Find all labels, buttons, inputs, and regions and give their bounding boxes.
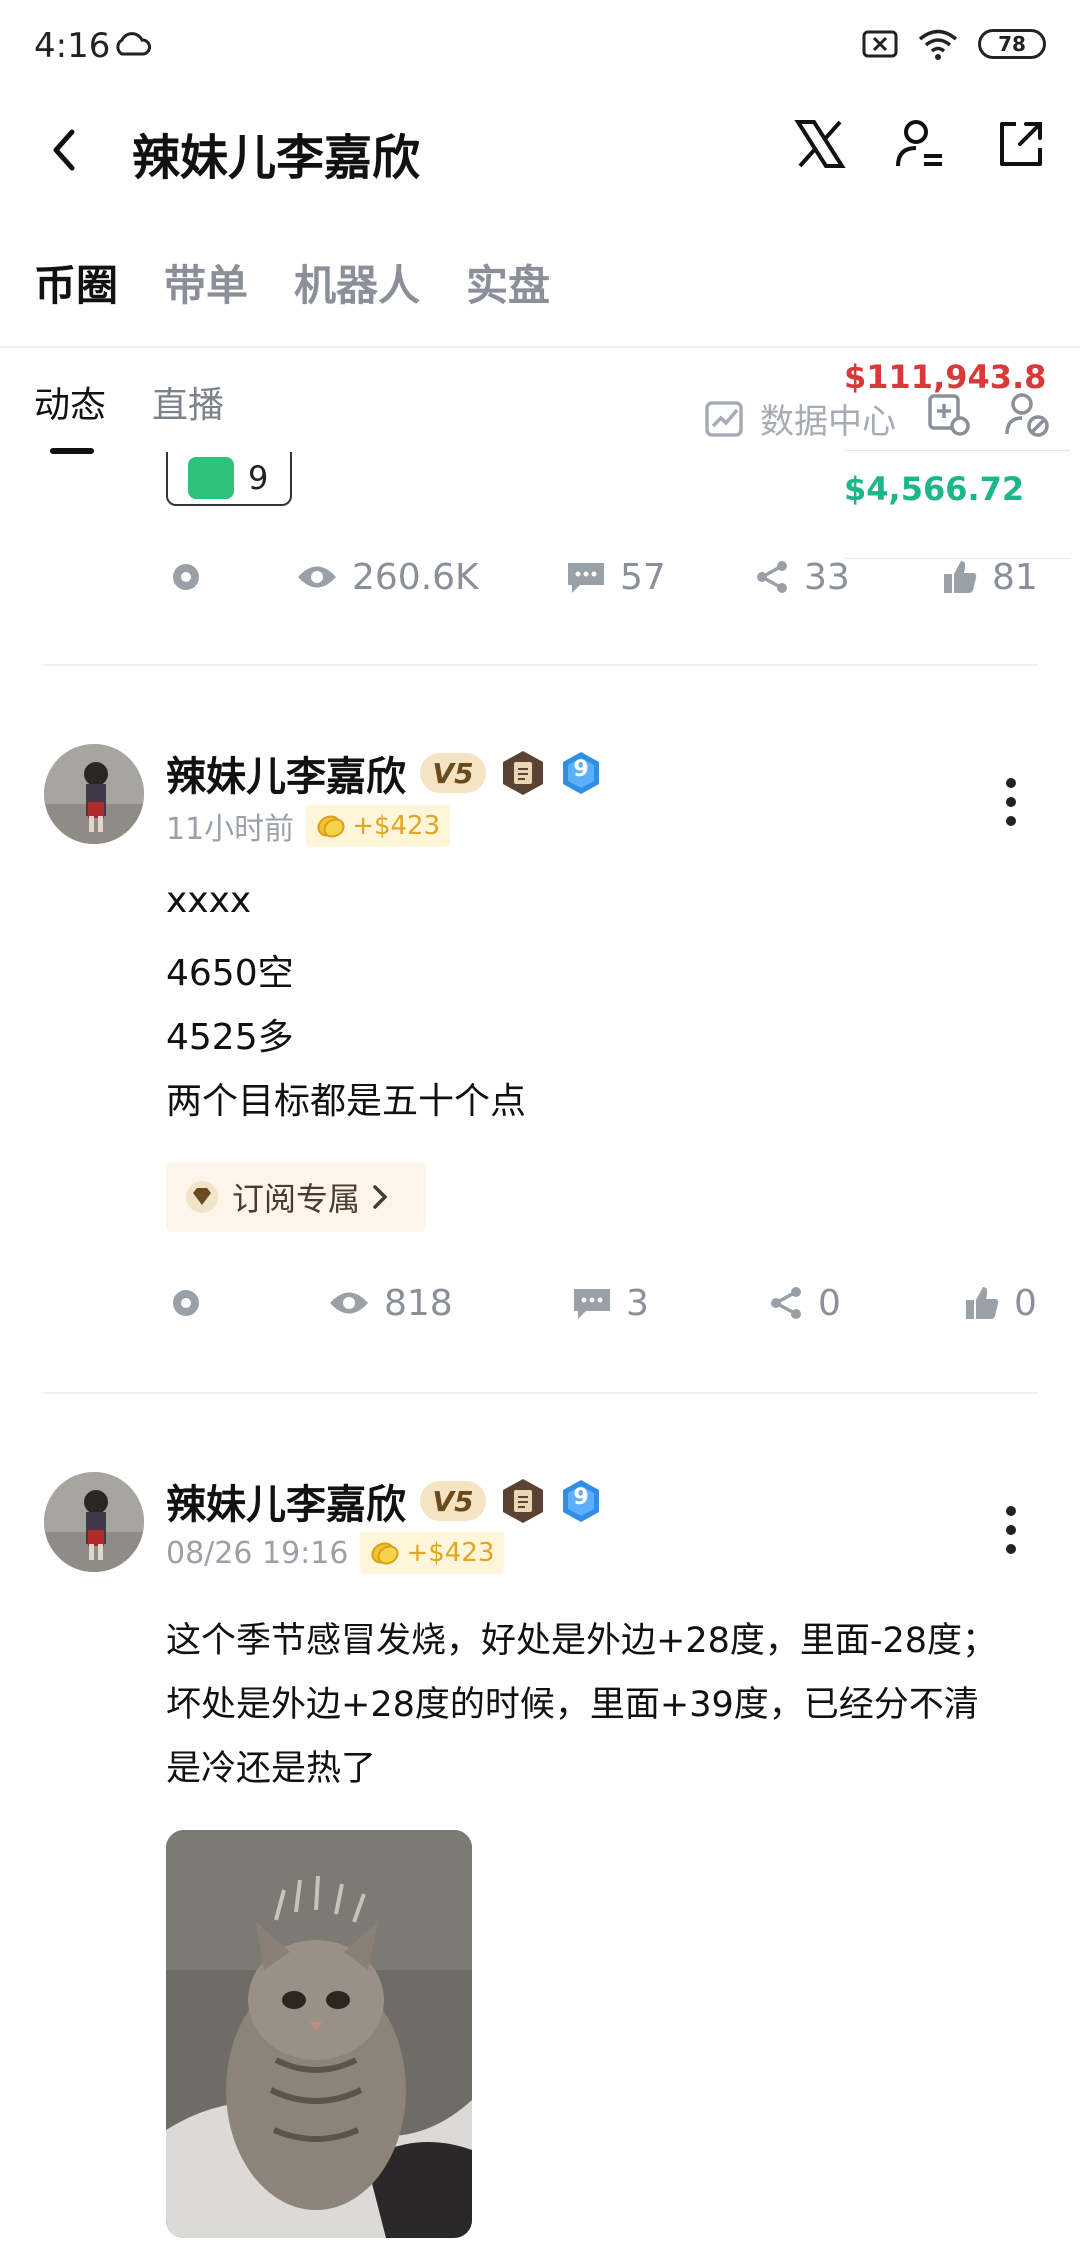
shares-count: 33 <box>804 556 850 598</box>
sub-tabs: 动态 直播 <box>34 376 224 428</box>
post-image-kitten[interactable] <box>166 1830 472 2238</box>
eye-icon <box>330 1292 368 1314</box>
comments-button[interactable]: 57 <box>566 557 666 598</box>
status-time: 4:16 <box>34 26 111 66</box>
likes-count: 0 <box>1014 1282 1037 1324</box>
post-text-line: 坏处是外边+28度的时候，里面+39度，已经分不清 <box>166 1685 979 1725</box>
avatar[interactable] <box>44 1472 144 1572</box>
sim-off-icon <box>862 30 898 58</box>
emoji-icon <box>188 457 234 499</box>
thumb-up-icon <box>966 1287 999 1319</box>
user-block-icon[interactable] <box>1004 392 1050 438</box>
share-button[interactable]: 0 <box>768 1283 841 1324</box>
chevron-right-icon <box>373 1185 388 1209</box>
tab-bot[interactable]: 机器人 <box>294 252 420 313</box>
comment-icon <box>574 1289 610 1319</box>
today-pnl: $4,566.72 <box>844 470 1025 508</box>
add-image-icon[interactable] <box>926 392 972 438</box>
post-stats-row: 818 3 0 0 <box>0 1278 1080 1328</box>
post-time: 11小时前 <box>166 812 295 847</box>
share-nodes-icon <box>757 561 787 593</box>
reaction-count: 9 <box>248 459 269 497</box>
level-number: 9 <box>573 1485 589 1510</box>
divider <box>44 1392 1038 1394</box>
like-button[interactable]: 0 <box>964 1283 1037 1324</box>
views-stat: 260.6K <box>296 557 479 598</box>
eye-icon <box>298 566 336 588</box>
subscribe-label: 订阅专属 <box>232 1180 361 1218</box>
post-text-line: 4525多 <box>166 1017 294 1058</box>
battery-icon: 78 <box>978 29 1046 59</box>
tab-feed[interactable]: 动态 <box>34 376 106 428</box>
repost-icon <box>173 1290 199 1316</box>
data-center-button[interactable]: 数据中心 <box>704 394 896 443</box>
tab-live[interactable]: 直播 <box>152 376 224 428</box>
profit-badge: +$423 <box>306 805 451 847</box>
post-text-line: xxxx <box>166 880 252 921</box>
views-count: 260.6K <box>352 556 479 598</box>
likes-count: 81 <box>992 556 1038 598</box>
comment-icon <box>568 563 604 593</box>
level-badge: 9 <box>560 750 602 796</box>
vip-badge: V5 <box>420 1481 486 1521</box>
post-time: 08/26 19:16 <box>166 1535 349 1571</box>
profit-amount: +$423 <box>406 1538 495 1568</box>
main-tabs: 币圈 带单 机器人 实盘 <box>34 252 550 313</box>
views-count: 818 <box>384 1282 453 1324</box>
subscribe-exclusive-button[interactable]: 订阅专属 <box>166 1162 426 1232</box>
views-stat: 818 <box>328 1283 453 1324</box>
back-button[interactable] <box>50 128 78 176</box>
diamond-icon <box>186 1181 218 1213</box>
tab-crypto[interactable]: 币圈 <box>34 252 118 313</box>
thumb-up-icon <box>944 561 977 593</box>
comments-count: 57 <box>620 556 666 598</box>
wifi-icon <box>918 29 958 60</box>
tab-live-account[interactable]: 实盘 <box>466 252 550 313</box>
total-pnl: $111,943.8 <box>844 358 1047 396</box>
like-button[interactable]: 81 <box>942 557 1038 598</box>
trader-medal-icon <box>503 751 543 795</box>
vip-badge: V5 <box>420 753 486 793</box>
comments-button[interactable]: 3 <box>572 1283 649 1324</box>
chart-edit-icon <box>705 400 743 437</box>
repost-icon <box>173 564 199 590</box>
level-number: 9 <box>573 757 589 782</box>
user-manage-icon[interactable] <box>894 118 946 170</box>
data-center-label: 数据中心 <box>760 402 896 442</box>
status-icons: 78 <box>862 28 1046 60</box>
share-button[interactable]: 33 <box>754 557 850 598</box>
more-menu-button[interactable] <box>1006 1506 1016 1563</box>
coins-icon <box>317 815 345 838</box>
share-icon[interactable] <box>994 118 1046 170</box>
level-badge: 9 <box>560 1478 602 1524</box>
reaction-chip[interactable]: 9 <box>166 452 292 506</box>
x-logo-icon[interactable] <box>794 118 846 170</box>
active-tab-indicator <box>50 448 94 454</box>
page-title: 辣妹儿李嘉欣 <box>132 130 421 186</box>
author-name[interactable]: 辣妹儿李嘉欣 <box>166 1472 406 1530</box>
repost-button[interactable] <box>168 559 204 595</box>
post-stats-row: 260.6K 57 33 81 <box>0 552 1080 602</box>
coins-icon <box>371 1542 399 1565</box>
divider <box>844 450 1070 451</box>
divider <box>44 664 1038 666</box>
comments-count: 3 <box>626 1282 649 1324</box>
more-menu-button[interactable] <box>1006 778 1016 835</box>
post-text-line: 4650空 <box>166 953 294 994</box>
profit-badge: +$423 <box>360 1532 505 1574</box>
shares-count: 0 <box>818 1282 841 1324</box>
post-text-line: 这个季节感冒发烧，好处是外边+28度，里面-28度； <box>166 1621 998 1661</box>
share-nodes-icon <box>771 1287 801 1319</box>
post-text-line: 是冷还是热了 <box>166 1749 377 1789</box>
tab-copy-trade[interactable]: 带单 <box>164 252 248 313</box>
author-name[interactable]: 辣妹儿李嘉欣 <box>166 744 406 802</box>
avatar[interactable] <box>44 744 144 844</box>
repost-button[interactable] <box>168 1285 204 1321</box>
divider <box>0 346 1080 348</box>
post-text-line: 两个目标都是五十个点 <box>166 1081 527 1122</box>
trader-medal-icon <box>503 1479 543 1523</box>
cloud-icon <box>112 32 152 62</box>
profit-amount: +$423 <box>352 811 441 841</box>
